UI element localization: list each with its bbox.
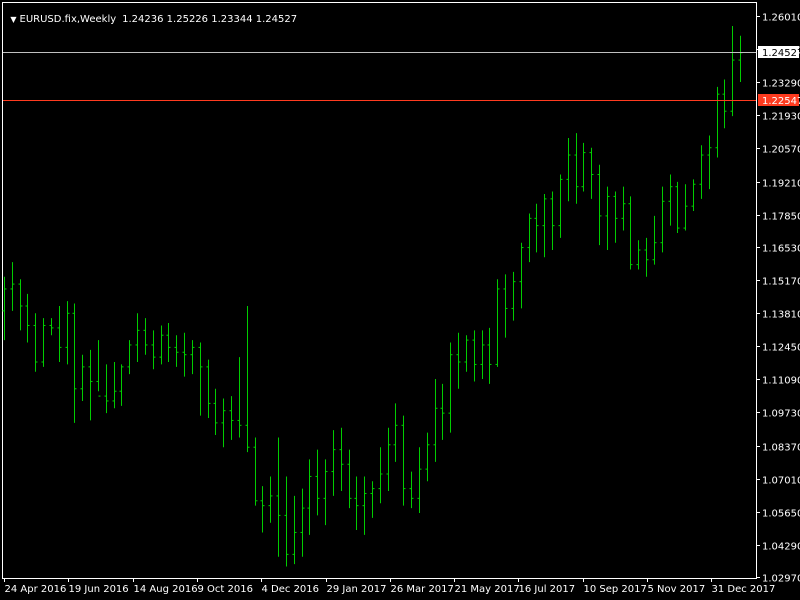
price-tick-label: 1.23290: [762, 79, 800, 90]
price-tick-label: 1.08370: [762, 443, 800, 454]
price-tick-label: 1.07010: [762, 476, 800, 487]
time-tick-label: 19 Jun 2016: [69, 584, 129, 595]
symbol-label: EURUSD.fix,Weekly: [19, 14, 117, 25]
time-tick-label: 5 Nov 2017: [648, 584, 706, 595]
time-tick-label: 24 Apr 2016: [5, 584, 67, 595]
chart-title[interactable]: ▼ EURUSD.fix,Weekly 1.24236 1.25226 1.2334…: [4, 3, 297, 25]
price-tick-label: 1.26010: [762, 13, 800, 24]
price-tick-label: 1.05650: [762, 509, 800, 520]
price-tick-label: 1.13810: [762, 310, 800, 321]
time-tick-label: 10 Sep 2017: [584, 584, 647, 595]
price-tick-label: 1.12450: [762, 343, 800, 354]
time-tick-label: 9 Oct 2016: [198, 584, 253, 595]
price-tick-label: 1.04290: [762, 542, 800, 553]
price-tick-label: 1.21930: [762, 112, 800, 123]
price-tick-label: 1.09730: [762, 409, 800, 420]
price-tick-label: 1.15170: [762, 277, 800, 288]
price-tick-label: 1.20570: [762, 145, 800, 156]
price-chart[interactable]: 1.260101.246501.232901.219301.205701.192…: [0, 0, 800, 600]
price-tick-label: 1.17850: [762, 212, 800, 223]
bid-price-tag: 1.24527: [758, 46, 800, 59]
price-tag-label: 1.24527: [762, 48, 800, 59]
alert-price-tag: 1.22547: [758, 94, 800, 107]
time-tick-label: 16 Jul 2017: [519, 584, 576, 595]
time-tick-label: 29 Jan 2017: [327, 584, 387, 595]
time-tick-label: 26 Mar 2017: [391, 584, 454, 595]
chart-background: [0, 0, 800, 600]
ohlc-readout: 1.24236 1.25226 1.23344 1.24527: [122, 14, 298, 25]
price-tick-label: 1.02970: [762, 574, 800, 585]
time-tick-label: 14 Aug 2016: [134, 584, 198, 595]
time-tick-label: 21 May 2017: [455, 584, 520, 595]
price-tick-label: 1.16530: [762, 244, 800, 255]
price-tag-label: 1.22547: [762, 96, 800, 107]
price-tick-label: 1.11090: [762, 376, 800, 387]
time-tick-label: 31 Dec 2017: [712, 584, 776, 595]
dropdown-arrow-icon[interactable]: ▼: [10, 15, 16, 24]
price-tick-label: 1.19210: [762, 179, 800, 190]
time-tick-label: 4 Dec 2016: [262, 584, 320, 595]
